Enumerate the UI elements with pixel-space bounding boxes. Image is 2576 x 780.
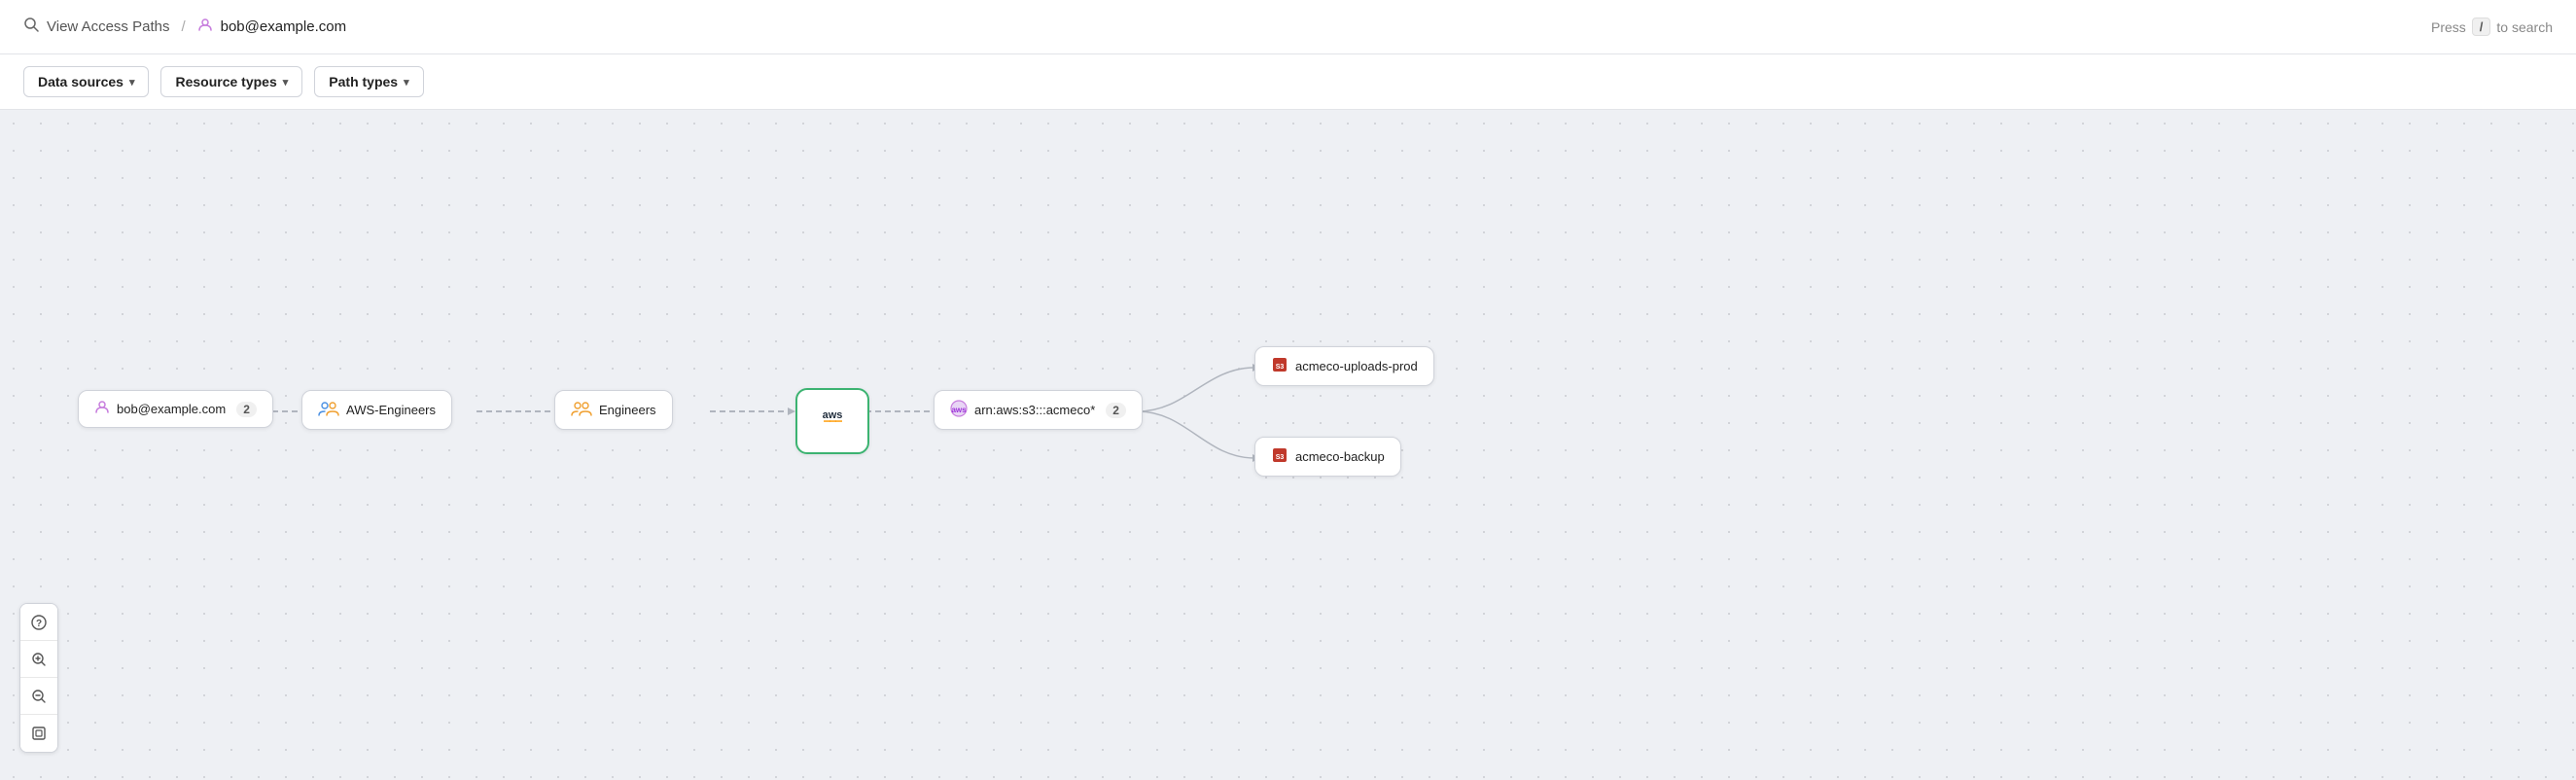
- svg-text:S3: S3: [1276, 454, 1285, 461]
- resource-types-label: Resource types: [175, 74, 276, 89]
- user-icon: [94, 400, 110, 418]
- breadcrumb-separator: /: [181, 18, 185, 35]
- chevron-down-icon: ▾: [404, 76, 409, 89]
- data-sources-filter[interactable]: Data sources ▾: [23, 66, 149, 97]
- press-label: Press: [2431, 19, 2466, 35]
- fit-button[interactable]: [20, 715, 57, 752]
- graph-canvas[interactable]: bob@example.com 2 AWS-Engineers Engineer…: [0, 110, 2576, 780]
- engineers-group-icon: [571, 400, 592, 420]
- header-bar: View Access Paths / bob@example.com Pres…: [0, 0, 2576, 54]
- user-node[interactable]: bob@example.com 2: [78, 390, 273, 428]
- s3-arn-label: arn:aws:s3:::acmeco*: [974, 403, 1095, 417]
- resource-types-filter[interactable]: Resource types ▾: [160, 66, 302, 97]
- help-button[interactable]: ?: [20, 604, 57, 641]
- page-title: View Access Paths: [47, 18, 169, 35]
- aws-engineers-label: AWS-Engineers: [346, 403, 436, 417]
- s3-backup-icon: S3: [1271, 446, 1288, 467]
- uploads-prod-label: acmeco-uploads-prod: [1295, 359, 1418, 373]
- data-sources-label: Data sources: [38, 74, 124, 89]
- user-icon: [197, 18, 213, 37]
- aws-group-icon: [318, 400, 339, 420]
- aws-engineers-node[interactable]: AWS-Engineers: [301, 390, 452, 430]
- user-node-label: bob@example.com: [117, 402, 226, 416]
- s3-arn-icon: aws: [950, 400, 968, 420]
- chevron-down-icon: ▾: [283, 76, 289, 89]
- backup-label: acmeco-backup: [1295, 449, 1385, 464]
- path-types-filter[interactable]: Path types ▾: [314, 66, 423, 97]
- current-user: bob@example.com: [221, 18, 346, 35]
- aws-node[interactable]: aws ▔▔▔: [795, 388, 869, 454]
- keyboard-shortcut: /: [2472, 18, 2491, 36]
- filter-bar: Data sources ▾ Resource types ▾ Path typ…: [0, 54, 2576, 110]
- s3-arn-node[interactable]: aws arn:aws:s3:::acmeco* 2: [934, 390, 1143, 430]
- zoom-in-button[interactable]: [20, 641, 57, 678]
- search-hint-text: to search: [2496, 19, 2553, 35]
- s3-bucket-icon: S3: [1271, 356, 1288, 376]
- engineers-node[interactable]: Engineers: [554, 390, 673, 430]
- zoom-out-button[interactable]: [20, 678, 57, 715]
- svg-text:?: ?: [36, 619, 42, 629]
- search-icon: [23, 17, 39, 37]
- map-controls: ?: [19, 603, 58, 753]
- engineers-label: Engineers: [599, 403, 656, 417]
- svg-text:aws: aws: [951, 406, 967, 414]
- backup-node[interactable]: S3 acmeco-backup: [1254, 437, 1401, 477]
- user-node-badge: 2: [236, 402, 257, 417]
- svg-text:S3: S3: [1276, 364, 1285, 371]
- path-types-label: Path types: [329, 74, 398, 89]
- chevron-down-icon: ▾: [129, 76, 135, 89]
- search-hint: Press / to search: [2431, 18, 2553, 36]
- header-left: View Access Paths / bob@example.com: [23, 17, 346, 37]
- s3-arn-badge: 2: [1106, 403, 1126, 418]
- aws-logo: aws ▔▔▔: [811, 400, 854, 443]
- uploads-prod-node[interactable]: S3 acmeco-uploads-prod: [1254, 346, 1434, 386]
